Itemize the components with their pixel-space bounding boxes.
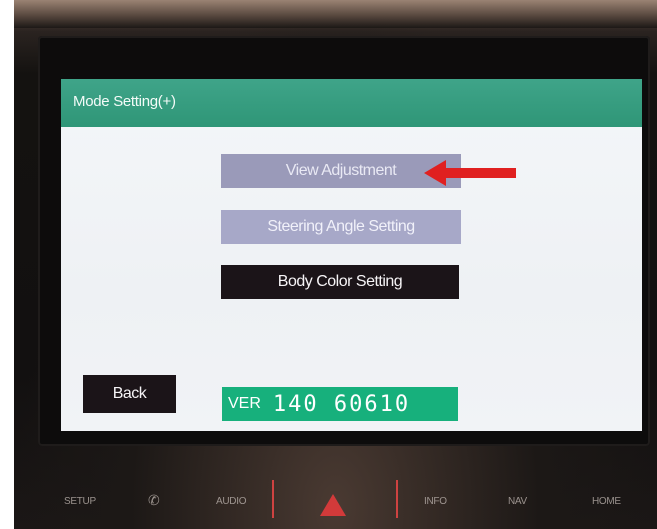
body-color-setting-button[interactable]: Body Color Setting — [221, 265, 459, 299]
steering-angle-setting-button[interactable]: Steering Angle Setting — [221, 210, 461, 244]
audio-hw-button[interactable]: AUDIO — [216, 496, 246, 507]
back-button[interactable]: Back — [83, 375, 176, 413]
phone-icon[interactable]: ✆ — [148, 492, 160, 509]
nav-hw-button[interactable]: NAV — [508, 496, 527, 507]
version-display: VER 140 60610 — [222, 387, 458, 421]
page-title: Mode Setting(+) — [73, 93, 176, 110]
version-prefix: VER — [228, 395, 261, 412]
dashboard-trim — [14, 0, 657, 28]
menu-label: Steering Angle Setting — [267, 218, 415, 235]
version-number: 140 60610 — [272, 391, 411, 417]
hazard-icon[interactable] — [320, 494, 346, 516]
info-hw-button[interactable]: INFO — [424, 496, 447, 507]
home-hw-button[interactable]: HOME — [592, 496, 621, 507]
red-arrow-icon — [424, 160, 516, 186]
menu-label: View Adjustment — [285, 162, 397, 179]
display-screen: Mode Setting(+) View Adjustment Steering… — [61, 79, 642, 431]
back-label: Back — [112, 385, 147, 402]
header-bar: Mode Setting(+) — [61, 79, 642, 127]
button-divider — [272, 480, 274, 518]
setup-hw-button[interactable]: SETUP — [64, 496, 96, 507]
hardware-button-bar: SETUP ✆ AUDIO INFO NAV HOME — [40, 466, 650, 526]
menu-label: Body Color Setting — [277, 273, 403, 290]
button-divider — [396, 480, 398, 518]
